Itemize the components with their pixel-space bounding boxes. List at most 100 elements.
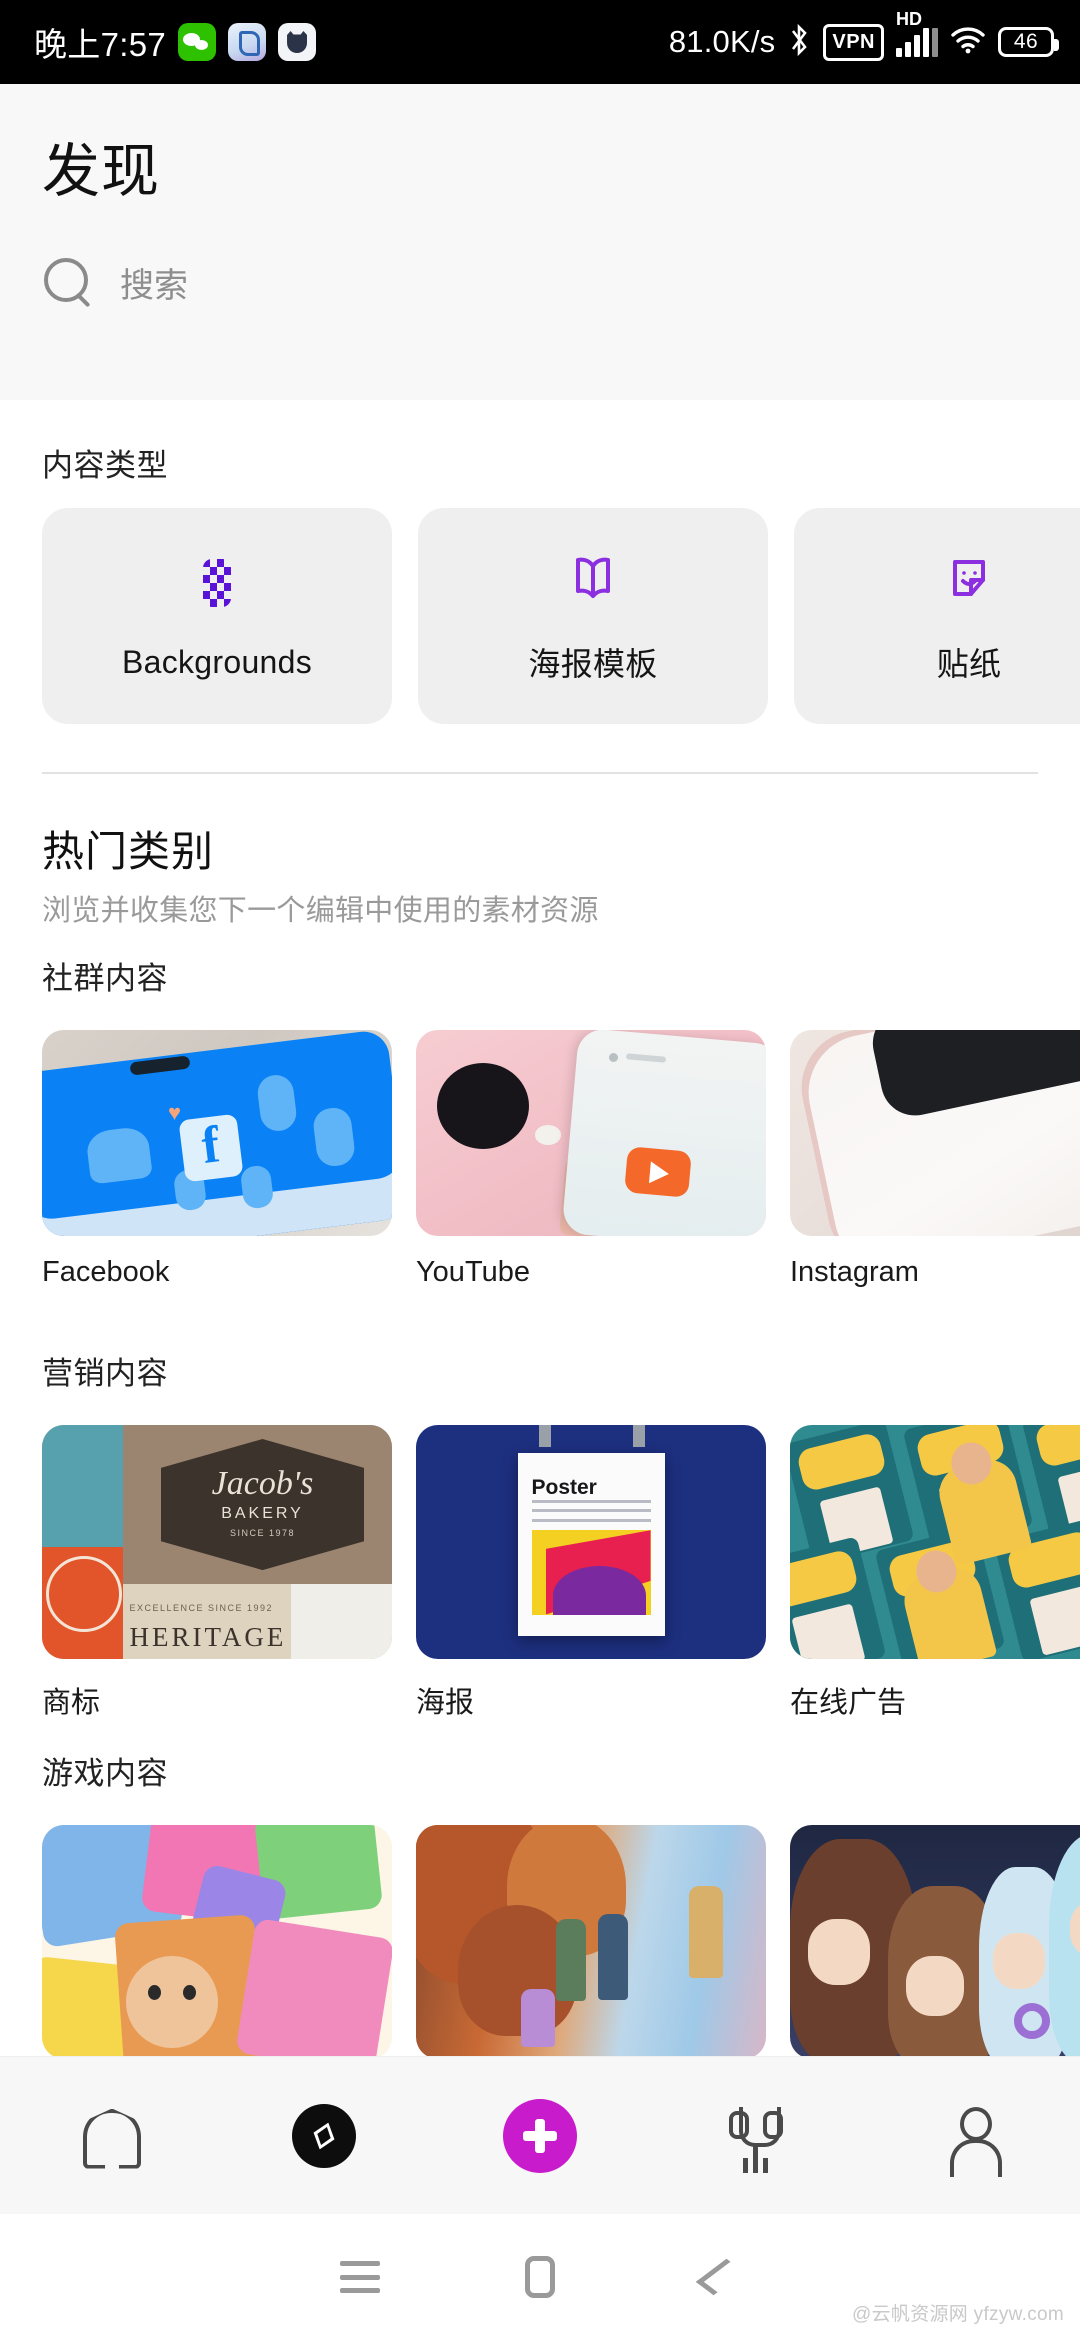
tile-instagram[interactable]: Instagram [790,1030,1080,1289]
tile-online-ads[interactable]: 在线广告 [790,1425,1080,1721]
content-type-label: 内容类型 [42,448,168,483]
group-marketing: 营销内容 Jacob's BAKERY SINCE 1978 EXCELLENC… [0,1348,1080,1721]
bars [896,27,938,57]
wifi-icon [950,25,986,60]
android-home-button[interactable] [450,2256,630,2298]
group-title: 游戏内容 [42,1756,168,1791]
search-icon [42,256,94,308]
nav-item-challenges[interactable] [686,2076,826,2196]
tile-image[interactable] [416,1825,766,2059]
home-square-icon [525,2256,555,2298]
logo-excellence-text: EXCELLENCE SINCE 1992 [129,1602,274,1613]
content-type-card-stickers[interactable]: 贴纸 [794,508,1080,724]
group-title: 营销内容 [42,1356,168,1391]
page-title: 发现 [42,139,161,204]
tile-youtube[interactable]: YouTube [416,1030,766,1289]
cartoon-characters-art [42,1825,392,2059]
logo-brand-name: Jacob's [211,1465,314,1503]
instagram-phone-photo [790,1030,1080,1236]
signal-bars-icon: HD [896,9,938,57]
tile-label: YouTube [416,1256,530,1288]
branding-collage-photo: Jacob's BAKERY SINCE 1978 EXCELLENCE SIN… [42,1425,392,1659]
logo-brand-since: SINCE 1978 [229,1528,296,1539]
trophy-icon [726,2105,786,2167]
tile-image[interactable]: Jacob's BAKERY SINCE 1978 EXCELLENCE SIN… [42,1425,392,1659]
search-input[interactable]: 搜索 [120,258,188,307]
watermark: @云帆资源网 yfzyw.com [852,2304,1064,2325]
sticker-icon [941,547,997,609]
person-icon [942,2105,1002,2177]
tile-image[interactable]: ♥ f [42,1030,392,1236]
tile-poster[interactable]: Poster 海报 [416,1425,766,1721]
search-bar[interactable]: 搜索 [42,256,188,308]
bottom-navigation-bar[interactable] [0,2056,1080,2214]
nav-item-create[interactable] [470,2076,610,2196]
section-divider [42,772,1038,774]
content-type-card-backgrounds[interactable]: Backgrounds [42,508,392,724]
tile-image[interactable] [790,1825,1080,2059]
status-time: 晚上7:57 [34,26,167,63]
status-bar-right: 81.0K/s VPN HD 46 [668,9,1059,62]
tile-logo[interactable]: Jacob's BAKERY SINCE 1978 EXCELLENCE SIN… [42,1425,392,1721]
nav-item-home[interactable] [38,2076,178,2196]
status-bar-left: 晚上7:57 [34,18,317,66]
tile-row[interactable] [0,1825,1080,2079]
tile-game-2[interactable] [416,1825,766,2079]
vpn-icon: VPN [823,23,884,61]
scroll-content[interactable]: 内容类型 Backgrounds 海报模板 贴纸 热门类别 浏览并收集您下一个编… [0,400,1080,2059]
alipay-icon [228,23,267,61]
open-book-icon [565,547,621,609]
cat-app-icon [278,23,317,61]
tile-image[interactable] [416,1030,766,1236]
android-recents-button[interactable] [270,2261,450,2293]
nav-item-profile[interactable] [902,2076,1042,2196]
tile-label: 商标 [42,1687,101,1719]
online-ads-grid-photo [790,1425,1080,1659]
group-games: 游戏内容 [0,1748,1080,2079]
tile-game-1[interactable] [42,1825,392,2079]
youtube-phone-photo [416,1030,766,1236]
logo-brand-sub: BAKERY [221,1505,304,1523]
anime-avatars-art [790,1825,1080,2059]
android-navigation-bar[interactable]: @云帆资源网 yfzyw.com [0,2214,1080,2340]
bluetooth-icon [787,23,811,62]
tile-row[interactable]: Jacob's BAKERY SINCE 1978 EXCELLENCE SIN… [0,1425,1080,1721]
content-type-card-poster-templates[interactable]: 海报模板 [418,508,768,724]
plus-icon [503,2098,577,2173]
back-chevron-icon [695,2258,745,2296]
checkerboard-icon [189,552,245,614]
recents-icon [340,2261,380,2293]
content-type-row[interactable]: Backgrounds 海报模板 贴纸 [42,508,1080,724]
compass-icon [292,2103,356,2168]
tile-label: Facebook [42,1256,170,1288]
battle-royale-art [416,1825,766,2059]
status-bar: 晚上7:57 81.0K/s VPN HD 46 [0,0,1080,84]
facebook-phone-photo: ♥ f [42,1030,392,1236]
group-community: 社群内容 ♥ f Facebook YouTube Instagram [0,953,1080,1289]
tile-image[interactable] [42,1825,392,2059]
tile-image[interactable] [790,1030,1080,1236]
tile-image[interactable] [790,1425,1080,1659]
battery-level: 46 [1013,30,1039,53]
tile-label: Instagram [790,1256,919,1288]
popular-subtitle: 浏览并收集您下一个编辑中使用的素材资源 [42,895,599,927]
network-speed: 81.0K/s [668,24,776,59]
group-title: 社群内容 [42,961,168,996]
tile-row[interactable]: ♥ f Facebook YouTube Instagram [0,1030,1080,1289]
battery-icon: 46 [998,27,1059,57]
content-type-card-label: 海报模板 [528,646,658,682]
logo-heritage-text: HERITAGE [129,1621,287,1652]
poster-mockup-photo: Poster [416,1425,766,1659]
home-icon [77,2105,139,2167]
popular-title: 热门类别 [42,828,215,875]
tile-label: 在线广告 [790,1687,907,1719]
tile-facebook[interactable]: ♥ f Facebook [42,1030,392,1289]
android-back-button[interactable] [630,2258,810,2296]
poster-title-text: Poster [531,1476,597,1500]
tile-label: 海报 [416,1687,475,1719]
content-type-card-label: 贴纸 [936,646,1002,682]
tile-image[interactable]: Poster [416,1425,766,1659]
hd-label: HD [896,9,922,29]
tile-game-3[interactable] [790,1825,1080,2079]
nav-item-discover[interactable] [254,2076,394,2196]
